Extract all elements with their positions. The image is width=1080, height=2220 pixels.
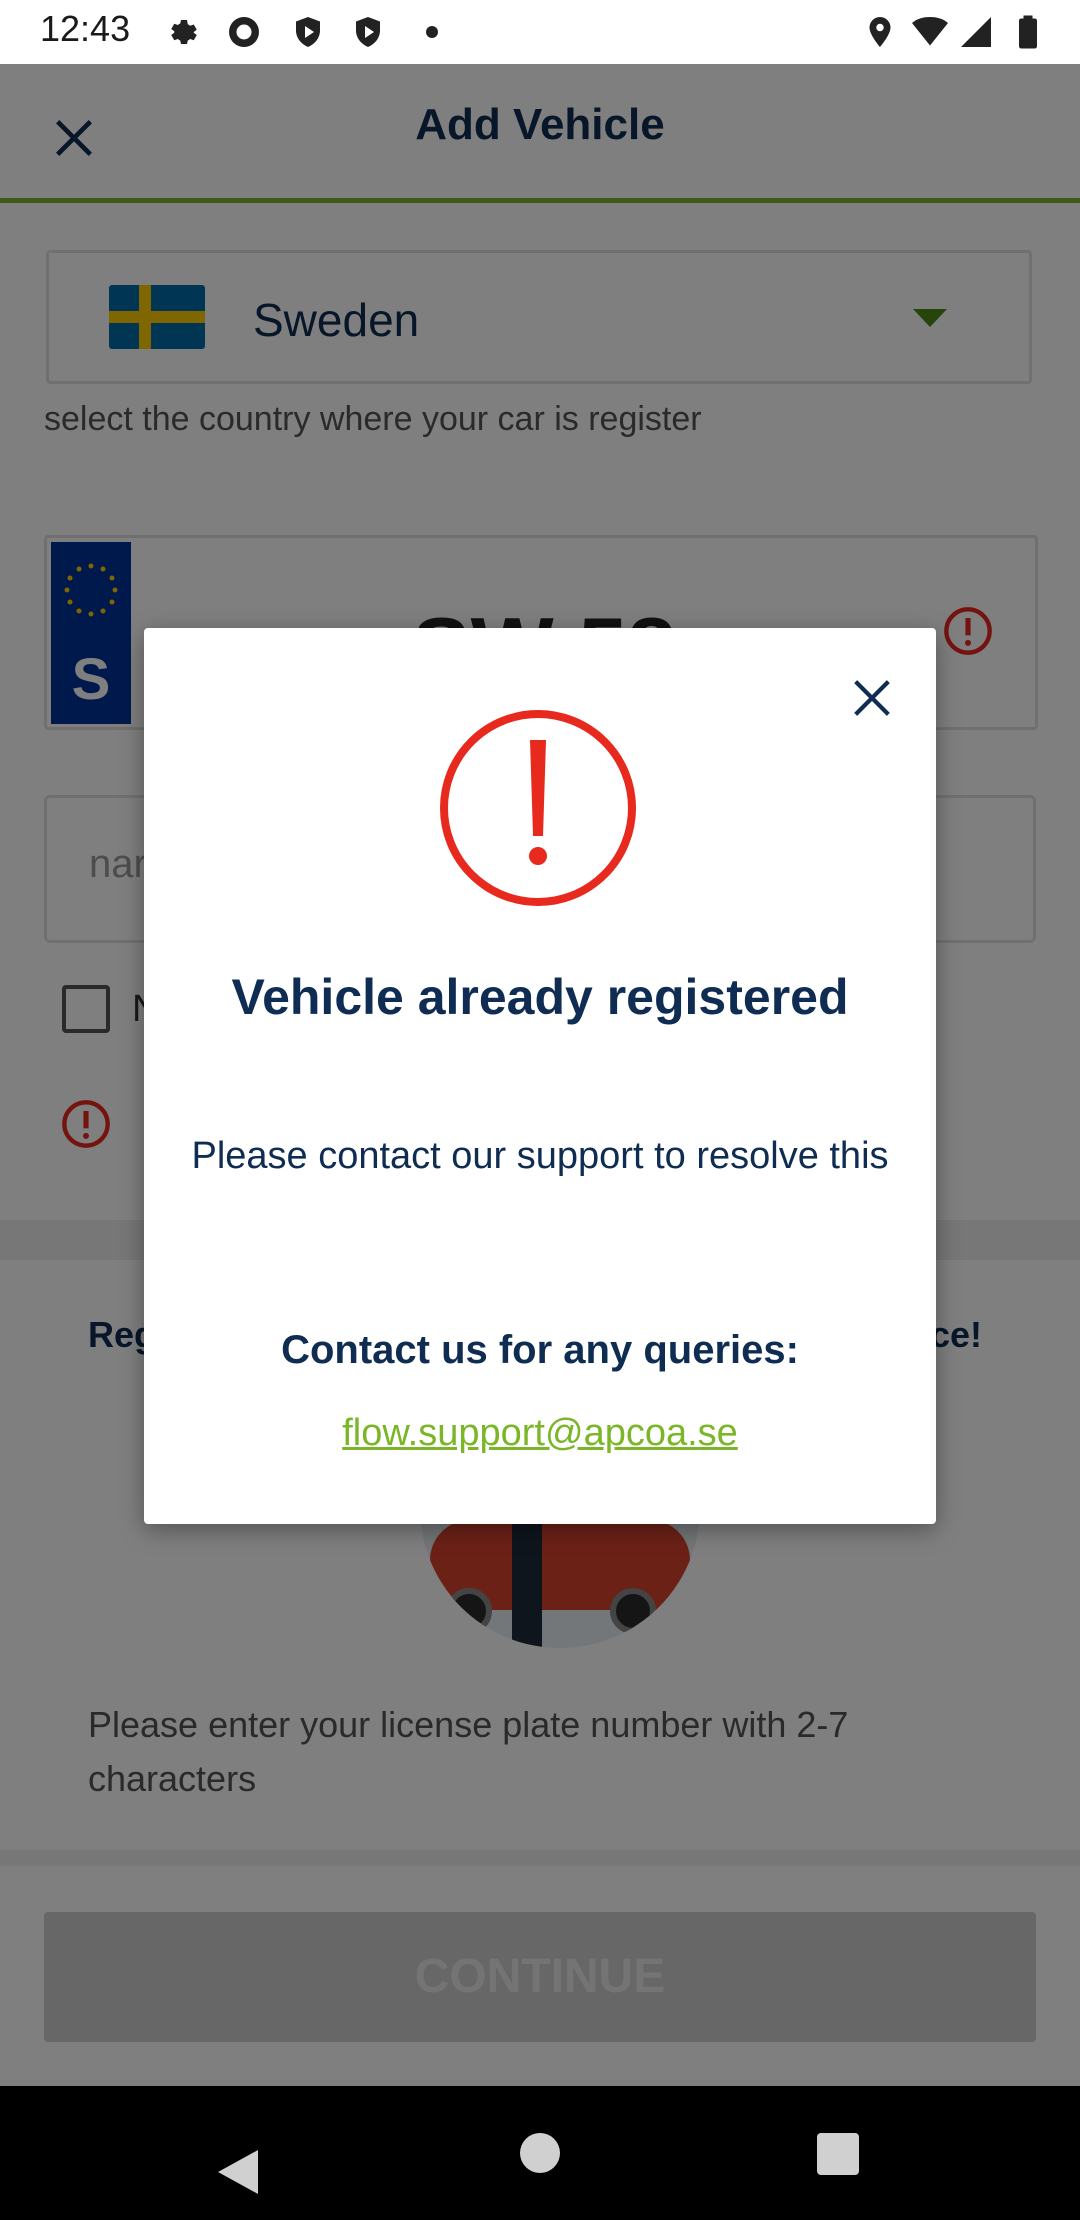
status-time: 12:43 [40, 8, 131, 49]
support-email-link[interactable]: flow.support@apcoa.se [144, 1412, 936, 1455]
dialog-title: Vehicle already registered [231, 969, 849, 1025]
wifi-icon [912, 17, 948, 46]
alert-icon [440, 710, 636, 906]
settings-icon [171, 20, 197, 44]
dialog-message: Please contact our support to resolve th… [191, 1135, 889, 1177]
shield-icon [296, 17, 320, 47]
back-icon[interactable] [218, 2150, 258, 2194]
contact-heading: Contact us for any queries: [281, 1328, 799, 1372]
home-icon[interactable] [520, 2133, 560, 2173]
location-icon [869, 17, 891, 47]
dot-icon [426, 26, 438, 38]
close-icon[interactable] [844, 670, 900, 726]
battery-icon [1019, 15, 1037, 49]
shield-icon [356, 17, 380, 47]
sync-icon [229, 17, 259, 47]
vehicle-registered-dialog: Vehicle already registered Please contac… [144, 628, 936, 1524]
recents-icon[interactable] [817, 2133, 859, 2175]
status-bar: 12:43 [0, 0, 1080, 64]
signal-icon [961, 17, 991, 47]
